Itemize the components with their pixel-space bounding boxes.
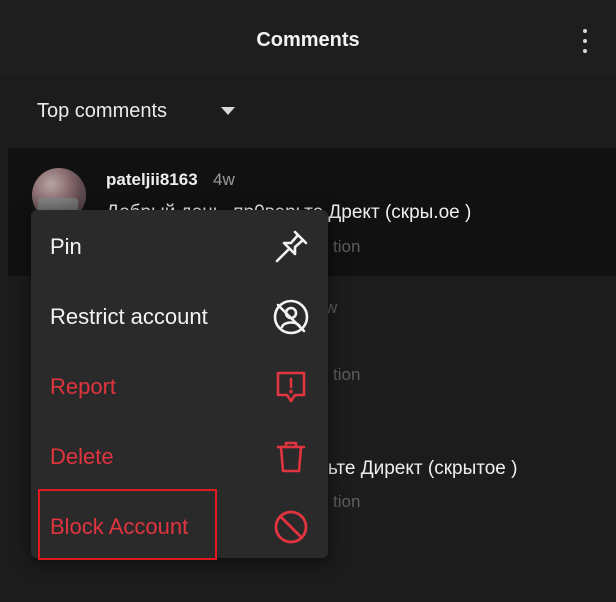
menu-item-delete[interactable]: Delete xyxy=(31,422,328,492)
menu-item-restrict-account[interactable]: Restrict account xyxy=(31,282,328,352)
trash-icon xyxy=(276,441,306,473)
comment-action-partial[interactable]: tion xyxy=(333,492,360,512)
comment-username[interactable]: pateljii8163 xyxy=(106,170,198,190)
comment-action-partial[interactable]: tion xyxy=(333,237,360,257)
block-icon xyxy=(274,510,308,544)
caret-down-icon[interactable] xyxy=(221,107,235,115)
sort-dropdown-label[interactable]: Top comments xyxy=(37,100,167,123)
more-vertical-icon[interactable] xyxy=(572,26,598,56)
comment-timestamp: 4w xyxy=(213,170,235,189)
menu-item-report[interactable]: Report xyxy=(31,352,328,422)
menu-item-label: Report xyxy=(50,374,117,399)
comment-action-partial[interactable]: tion xyxy=(333,365,360,385)
menu-item-label: Restrict account xyxy=(50,304,208,329)
page-title: Comments xyxy=(256,29,360,51)
comment-text-partial: ьте Директ (скрытое ) xyxy=(328,458,518,479)
menu-item-label: Pin xyxy=(50,234,82,259)
report-icon xyxy=(276,371,306,403)
menu-item-pin[interactable]: Pin xyxy=(31,212,328,282)
pin-icon xyxy=(275,230,308,263)
highlight-box xyxy=(38,489,217,560)
restrict-account-icon xyxy=(273,299,309,335)
menu-item-label: Delete xyxy=(50,444,114,469)
